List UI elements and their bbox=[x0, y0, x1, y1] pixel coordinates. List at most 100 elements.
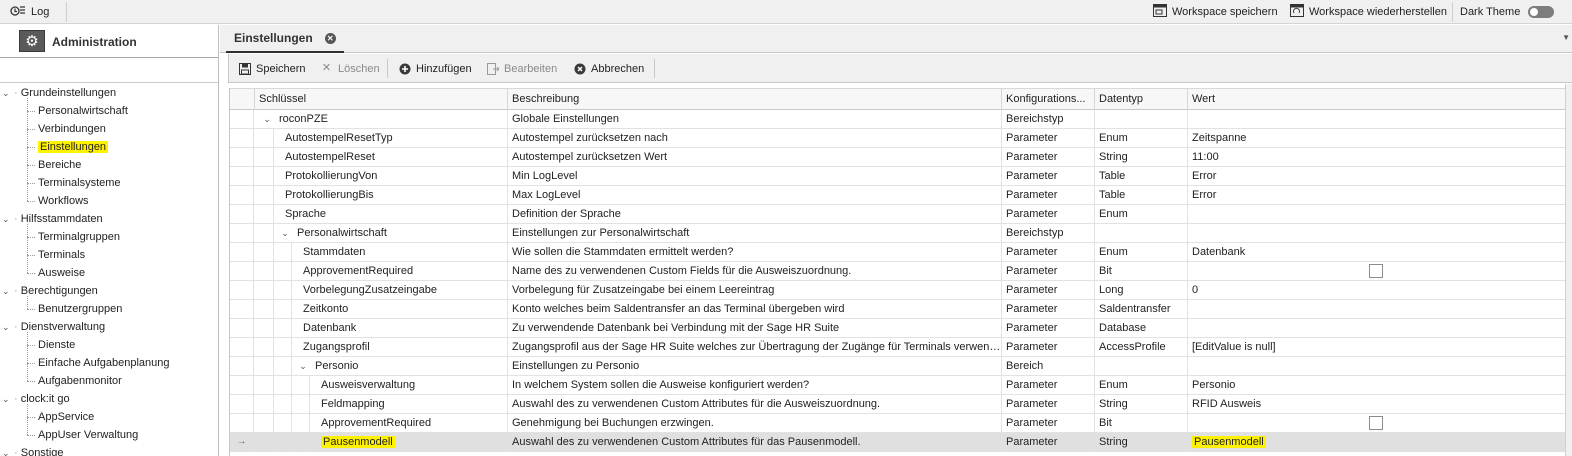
cell-datatype[interactable]: Bit bbox=[1095, 414, 1188, 433]
cell-key[interactable]: Stammdaten bbox=[299, 243, 508, 262]
workspace-restore-button[interactable]: Workspace wiederherstellen bbox=[1290, 0, 1447, 24]
cell-description[interactable]: Genehmigung bei Buchungen erzwingen. bbox=[508, 414, 1002, 433]
chevron-down-icon[interactable]: ⌄ bbox=[2, 318, 14, 336]
cell-value[interactable]: Datenbank bbox=[1188, 243, 1565, 262]
cell-description[interactable]: Definition der Sprache bbox=[508, 205, 1002, 224]
tree-item[interactable]: Terminalsysteme bbox=[38, 174, 121, 192]
tree-group[interactable]: ⌄ · Grundeinstellungen bbox=[2, 84, 116, 102]
cell-key[interactable]: ProtokollierungBis bbox=[281, 186, 508, 205]
chevron-down-icon[interactable]: ⌄ bbox=[2, 390, 14, 408]
cell-datatype[interactable]: Table bbox=[1095, 186, 1188, 205]
tree-item[interactable]: Verbindungen bbox=[38, 120, 106, 138]
cell-value[interactable]: Personio bbox=[1188, 376, 1565, 395]
column-header-datatype[interactable]: Datentyp bbox=[1095, 89, 1188, 110]
cell-description[interactable]: Zu verwendende Datenbank bei Verbindung … bbox=[508, 319, 1002, 338]
cell-description[interactable]: In welchem System sollen die Ausweise ko… bbox=[508, 376, 1002, 395]
cell-datatype[interactable]: Enum bbox=[1095, 243, 1188, 262]
cell-config[interactable]: Parameter bbox=[1002, 376, 1095, 395]
cell-config[interactable]: Parameter bbox=[1002, 414, 1095, 433]
cell-key[interactable]: ApprovementRequired bbox=[317, 414, 508, 433]
cell-key[interactable]: Personio bbox=[311, 357, 508, 376]
add-button[interactable]: Hinzufügen bbox=[398, 54, 472, 83]
cell-key[interactable]: roconPZE bbox=[275, 110, 508, 129]
cell-value[interactable]: Error bbox=[1188, 167, 1565, 186]
column-header-config[interactable]: Konfigurations... bbox=[1002, 89, 1095, 110]
cell-config[interactable]: Bereichstyp bbox=[1002, 110, 1095, 129]
table-row[interactable]: → Pausenmodell Auswahl des zu verwendenen … bbox=[230, 433, 1565, 452]
chevron-down-icon[interactable]: ⌄ bbox=[2, 444, 14, 456]
table-row[interactable]: Stammdaten Wie sollen die Stammdaten ermi… bbox=[230, 243, 1565, 262]
cell-config[interactable]: Parameter bbox=[1002, 167, 1095, 186]
tree-group[interactable]: ⌄ · Sonstige bbox=[2, 444, 64, 456]
workspace-save-button[interactable]: Workspace speichern bbox=[1153, 0, 1278, 24]
cell-config[interactable]: Parameter bbox=[1002, 319, 1095, 338]
tree-item[interactable]: AppUser Verwaltung bbox=[38, 426, 138, 444]
cell-value[interactable]: 0 bbox=[1188, 281, 1565, 300]
cell-value[interactable]: [EditValue is null] bbox=[1188, 338, 1565, 357]
cell-description[interactable]: Max LogLevel bbox=[508, 186, 1002, 205]
cell-config[interactable]: Parameter bbox=[1002, 243, 1095, 262]
cell-key[interactable]: Datenbank bbox=[299, 319, 508, 338]
cell-datatype[interactable]: String bbox=[1095, 395, 1188, 414]
tree-group[interactable]: ⌄ · Hilfsstammdaten bbox=[2, 210, 103, 228]
cell-config[interactable]: Parameter bbox=[1002, 148, 1095, 167]
tree-item[interactable]: Dienste bbox=[38, 336, 75, 354]
cell-config[interactable]: Bereich bbox=[1002, 357, 1095, 376]
cell-description[interactable]: Einstellungen zur Personalwirtschaft bbox=[508, 224, 1002, 243]
tree-group[interactable]: ⌄ · clock:it go bbox=[2, 390, 70, 408]
cell-value[interactable]: Pausenmodell bbox=[1188, 433, 1565, 452]
tab-einstellungen[interactable]: Einstellungen ✕ bbox=[226, 25, 344, 53]
cell-value[interactable] bbox=[1188, 319, 1565, 338]
tree-item[interactable]: AppService bbox=[38, 408, 94, 426]
table-row[interactable]: ⌄ Personalwirtschaft Einstellungen zur Per… bbox=[230, 224, 1565, 243]
chevron-down-icon[interactable]: ▼ bbox=[1562, 33, 1570, 42]
edit-button[interactable]: Bearbeiten bbox=[486, 54, 557, 83]
cell-key[interactable]: Zeitkonto bbox=[299, 300, 508, 319]
tree-group[interactable]: ⌄ · Berechtigungen bbox=[2, 282, 98, 300]
table-row[interactable]: VorbelegungZusatzeingabe Vorbelegung für … bbox=[230, 281, 1565, 300]
log-button[interactable]: Log bbox=[10, 0, 49, 24]
table-row[interactable]: Sprache Definition der Sprache Parameter En… bbox=[230, 205, 1565, 224]
cell-datatype[interactable]: Long bbox=[1095, 281, 1188, 300]
cell-key[interactable]: Pausenmodell bbox=[317, 433, 508, 452]
cell-config[interactable]: Parameter bbox=[1002, 186, 1095, 205]
cell-config[interactable]: Parameter bbox=[1002, 433, 1095, 452]
value-checkbox[interactable] bbox=[1369, 416, 1383, 430]
table-row[interactable]: AutostempelResetTyp Autostempel zurückset… bbox=[230, 129, 1565, 148]
cell-datatype[interactable]: String bbox=[1095, 433, 1188, 452]
cell-config[interactable]: Parameter bbox=[1002, 395, 1095, 414]
cell-key[interactable]: ProtokollierungVon bbox=[281, 167, 508, 186]
table-row[interactable]: AutostempelReset Autostempel zurücksetzen… bbox=[230, 148, 1565, 167]
cell-description[interactable]: Konto welches beim Saldentransfer an das… bbox=[508, 300, 1002, 319]
cell-config[interactable]: Parameter bbox=[1002, 205, 1095, 224]
column-header-description[interactable]: Beschreibung bbox=[508, 89, 1002, 110]
chevron-down-icon[interactable]: ⌄ bbox=[297, 357, 309, 376]
cell-key[interactable]: ApprovementRequired bbox=[299, 262, 508, 281]
table-row[interactable]: ⌄ roconPZE Globale Einstellungen Bereichsty… bbox=[230, 110, 1565, 129]
cell-description[interactable]: Vorbelegung für Zusatzeingabe bei einem … bbox=[508, 281, 1002, 300]
cell-datatype[interactable]: Saldentransfer bbox=[1095, 300, 1188, 319]
cell-config[interactable]: Bereichstyp bbox=[1002, 224, 1095, 243]
cell-datatype[interactable]: AccessProfile bbox=[1095, 338, 1188, 357]
cell-key[interactable]: Zugangsprofil bbox=[299, 338, 508, 357]
cell-datatype[interactable]: Table bbox=[1095, 167, 1188, 186]
cell-key[interactable]: AutostempelResetTyp bbox=[281, 129, 508, 148]
tree-item[interactable]: Benutzergruppen bbox=[38, 300, 122, 318]
cell-value[interactable]: Error bbox=[1188, 186, 1565, 205]
tree-item[interactable]: Personalwirtschaft bbox=[38, 102, 128, 120]
chevron-down-icon[interactable]: ⌄ bbox=[2, 282, 14, 300]
dark-theme-toggle[interactable] bbox=[1528, 6, 1555, 18]
tree-item[interactable]: Bereiche bbox=[38, 156, 81, 174]
cell-datatype[interactable]: String bbox=[1095, 148, 1188, 167]
table-row[interactable]: Zeitkonto Konto welches beim Saldentransf… bbox=[230, 300, 1565, 319]
vertical-scrollbar[interactable] bbox=[1565, 84, 1572, 456]
chevron-down-icon[interactable]: ⌄ bbox=[261, 110, 273, 129]
cell-config[interactable]: Parameter bbox=[1002, 281, 1095, 300]
cell-value[interactable] bbox=[1188, 205, 1565, 224]
cell-description[interactable]: Einstellungen zu Personio bbox=[508, 357, 1002, 376]
table-row[interactable]: ApprovementRequired Name des zu verwenden… bbox=[230, 262, 1565, 281]
cell-description[interactable]: Wie sollen die Stammdaten ermittelt werd… bbox=[508, 243, 1002, 262]
cell-description[interactable]: Autostempel zurücksetzen Wert bbox=[508, 148, 1002, 167]
table-row[interactable]: ApprovementRequired Genehmigung bei Buchu… bbox=[230, 414, 1565, 433]
cell-config[interactable]: Parameter bbox=[1002, 129, 1095, 148]
